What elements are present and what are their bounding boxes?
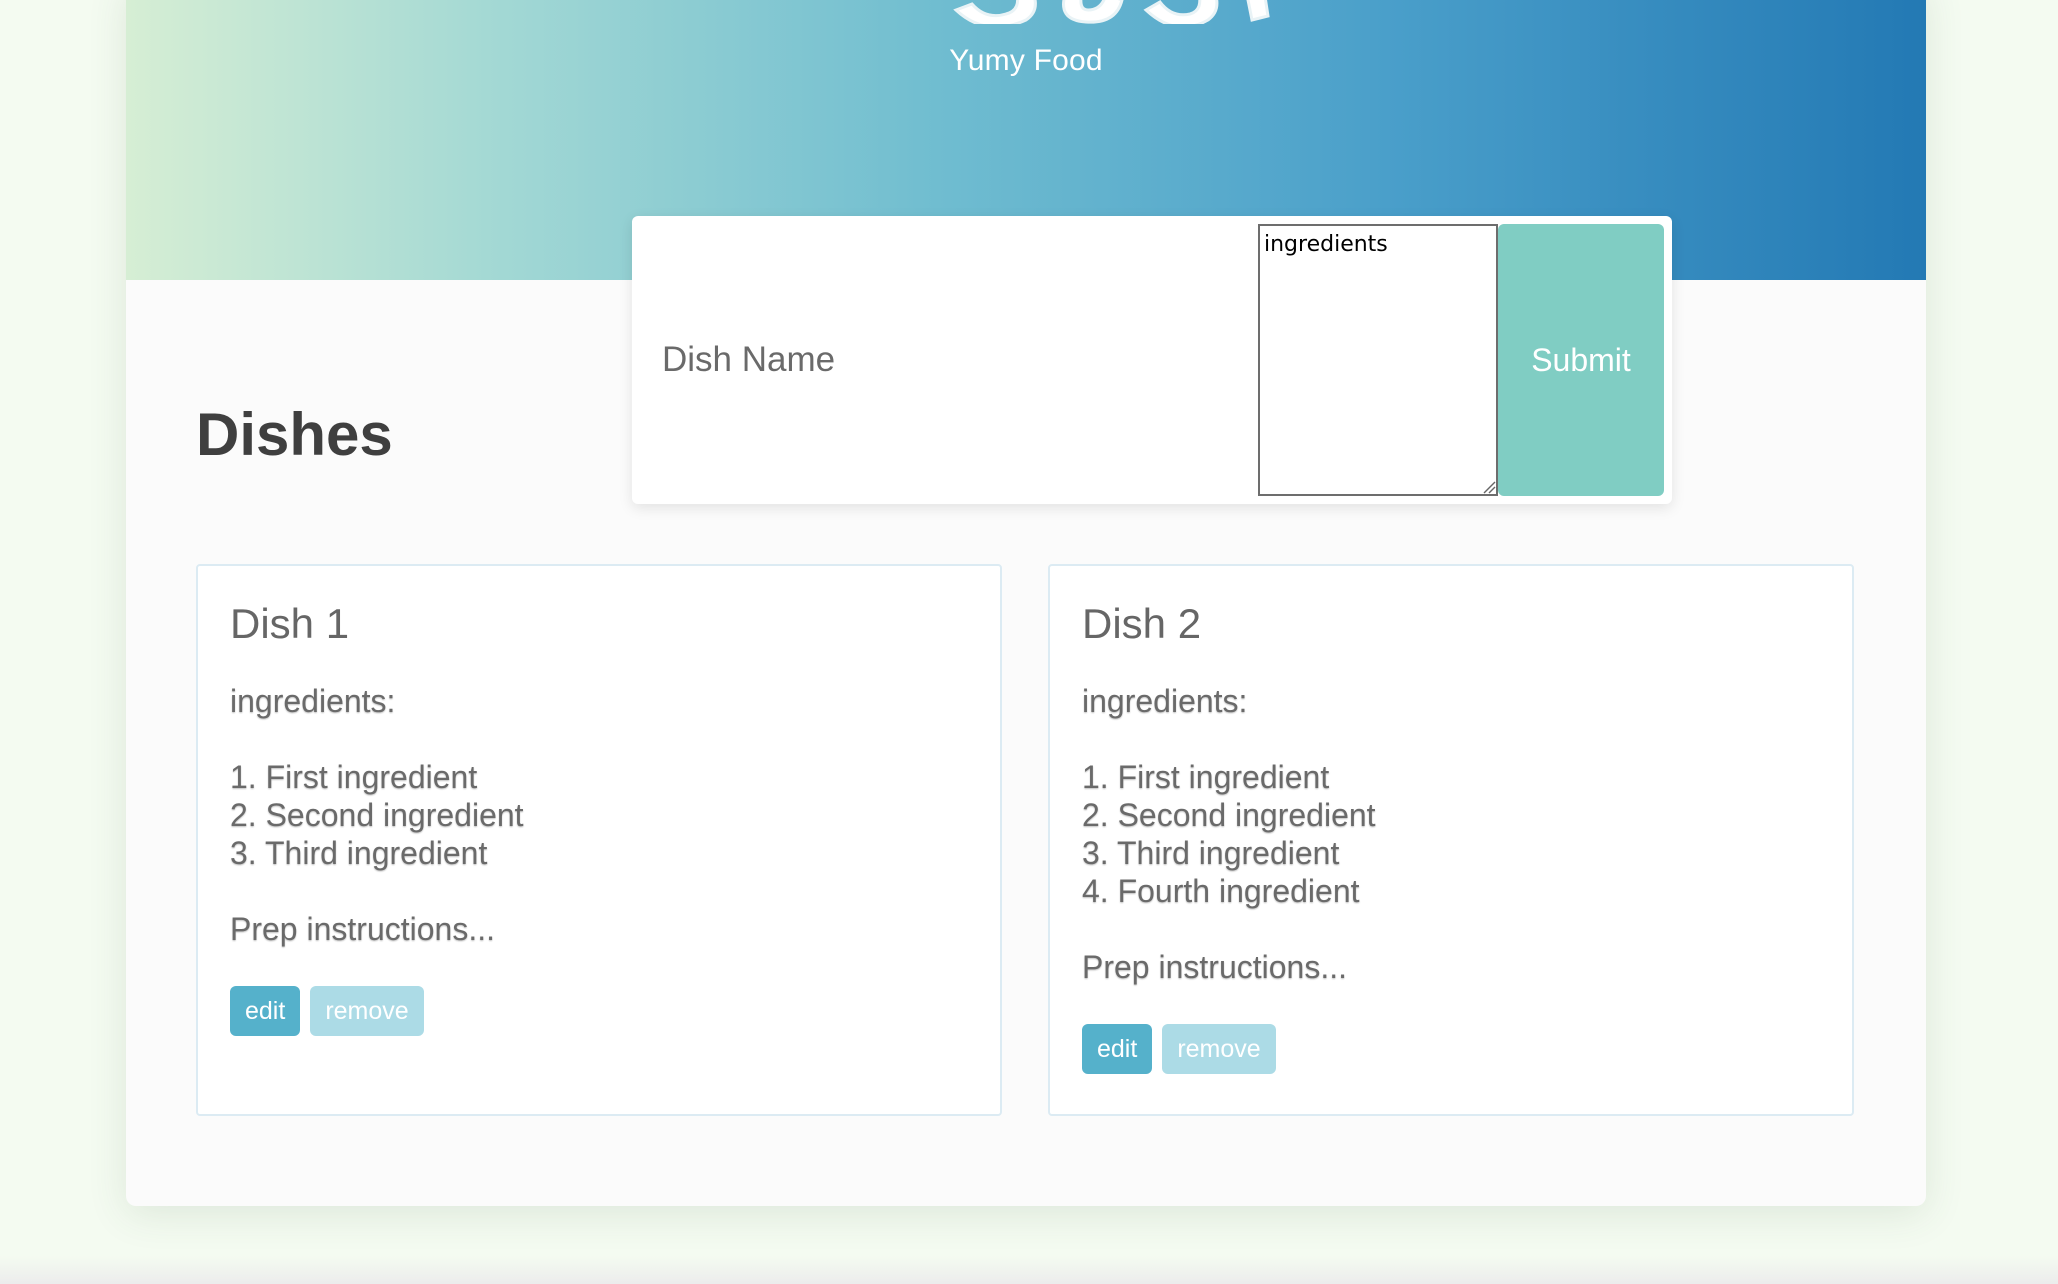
brand-logo bbox=[946, 0, 1346, 24]
dish-description: ingredients: 1. First ingredient 2. Seco… bbox=[230, 682, 524, 1036]
ingredient-item: 3. Third ingredient bbox=[230, 835, 488, 871]
prep-instructions: Prep instructions... bbox=[230, 911, 495, 947]
dish-card: Dish 2 ingredients: 1. First ingredient … bbox=[1048, 564, 1854, 1116]
remove-button[interactable]: remove bbox=[1162, 1024, 1276, 1074]
dish-description: ingredients: 1. First ingredient 2. Seco… bbox=[1082, 682, 1376, 1074]
submit-button[interactable]: Submit bbox=[1498, 224, 1664, 496]
add-dish-form: Submit bbox=[632, 216, 1672, 504]
remove-button[interactable]: remove bbox=[310, 986, 424, 1036]
dish-card: Dish 1 ingredients: 1. First ingredient … bbox=[196, 564, 1002, 1116]
app-container: Yumy Food Submit Dishes Dish 1 ingredien… bbox=[126, 0, 1926, 1206]
dish-name-input[interactable] bbox=[632, 216, 1252, 504]
ingredients-label: ingredients: bbox=[1082, 683, 1248, 719]
page-bottom-edge bbox=[0, 1256, 2058, 1284]
ingredient-item: 1. First ingredient bbox=[1082, 759, 1330, 795]
prep-instructions: Prep instructions... bbox=[1082, 949, 1347, 985]
ingredient-item: 3. Third ingredient bbox=[1082, 835, 1340, 871]
ingredient-item: 4. Fourth ingredient bbox=[1082, 873, 1360, 909]
ingredients-label: ingredients: bbox=[230, 683, 396, 719]
dish-title: Dish 2 bbox=[1082, 600, 1202, 647]
edit-button[interactable]: edit bbox=[1082, 1024, 1153, 1074]
resize-handle-icon[interactable] bbox=[1482, 480, 1496, 494]
edit-button[interactable]: edit bbox=[230, 986, 301, 1036]
section-title: Dishes bbox=[196, 401, 393, 468]
ingredient-item: 1. First ingredient bbox=[230, 759, 478, 795]
tagline: Yumy Food bbox=[949, 44, 1103, 77]
dish-title: Dish 1 bbox=[230, 600, 350, 647]
ingredient-item: 2. Second ingredient bbox=[1082, 797, 1376, 833]
ingredient-item: 2. Second ingredient bbox=[230, 797, 524, 833]
ingredients-textarea[interactable] bbox=[1258, 224, 1498, 496]
